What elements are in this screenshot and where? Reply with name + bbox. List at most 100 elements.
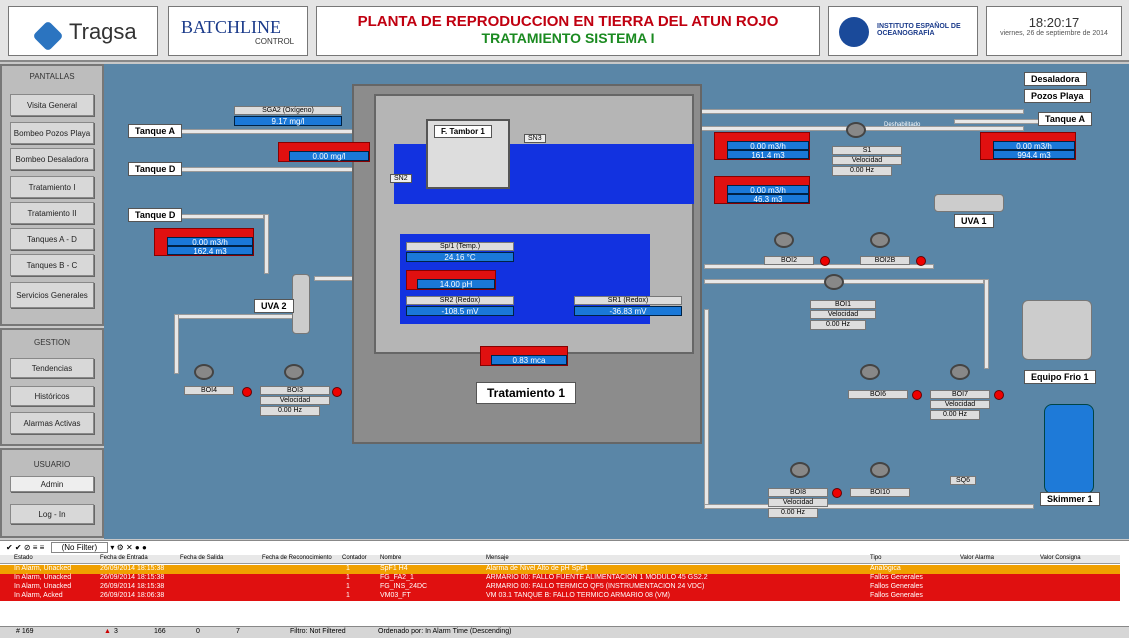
pump-boi7-icon[interactable] (950, 364, 970, 380)
sn3-label: SN3 (524, 134, 546, 143)
flow-a-alarm[interactable]: 0.00 m3/h 994.4 m3 (980, 132, 1076, 160)
pump-boi1-icon[interactable] (824, 274, 844, 290)
ph-alarm[interactable]: 14.00 pH (406, 270, 496, 290)
sm1-value: 0.00 mg/l (289, 151, 369, 161)
col-fecha-reconocimiento[interactable]: Fecha de Reconocimiento (262, 555, 332, 561)
col-fecha-salida[interactable]: Fecha de Salida (180, 555, 223, 561)
pump-boi3-icon[interactable] (284, 364, 304, 380)
sidebar-usuario: USUARIO Admin Log - In (0, 448, 104, 538)
boi3-alarm-icon[interactable] (332, 387, 342, 397)
sidebar-item-historicos[interactable]: Históricos (10, 386, 94, 406)
flow-d-alarm[interactable]: 0.00 m3/h 162.4 m3 (154, 228, 254, 256)
boi7-speed-label: Velocidad (930, 400, 990, 409)
page-title: PLANTA DE REPRODUCCION EN TIERRA DEL ATU… (357, 13, 779, 30)
flow-3-total: 46.3 m3 (727, 194, 809, 204)
boi8-alarm-icon[interactable] (832, 488, 842, 498)
alarm-row[interactable]: In Alarm, Unacked 26/09/2014 18:15:38 1 FG_… (0, 583, 1120, 592)
boi4-alarm-icon[interactable] (242, 387, 252, 397)
skimmer-label[interactable]: Skimmer 1 (1040, 492, 1100, 506)
toolbar-icons[interactable]: ▾ ⚙ ✕ ● ● (110, 543, 146, 552)
sidebar-item-tratamiento-1[interactable]: Tratamiento I (10, 176, 94, 198)
alarm-row[interactable]: In Alarm, Acked 26/09/2014 18:06:38 1 VM03_… (0, 592, 1120, 601)
boi4-label: BOI4 (184, 386, 234, 395)
tanque-a2-tag[interactable]: Tanque A (1038, 112, 1092, 126)
equipo-frio-label[interactable]: Equipo Frio 1 (1024, 370, 1096, 384)
sort-status: Ordenado por: In Alarm Time (Descending) (378, 628, 512, 635)
tanque-a-tag[interactable]: Tanque A (128, 124, 182, 138)
sr1-value: -36.83 mV (574, 306, 682, 316)
tanque-d2-tag[interactable]: Tanque D (128, 208, 183, 222)
sidebar-item-tratamiento-2[interactable]: Tratamiento II (10, 202, 94, 224)
user-field: Admin (10, 476, 94, 492)
sidebar-item-tendencias[interactable]: Tendencias (10, 358, 94, 378)
pump-boi2b-icon[interactable] (870, 232, 890, 248)
pump-boi4-icon[interactable] (194, 364, 214, 380)
col-valor-consigna[interactable]: Valor Consigna (1040, 555, 1081, 561)
sidebar-item-bombeo-desaladora[interactable]: Bombeo Desaladora (10, 148, 94, 170)
sr1-label: SR1 (Redox) (574, 296, 682, 305)
drum-filter: F. Tambor 1 (426, 119, 510, 189)
col-valor-alarma[interactable]: Valor Alarma (960, 555, 994, 561)
sidebar-item-servicios[interactable]: Servicios Generales (10, 282, 94, 308)
active-count: 3 (114, 628, 118, 635)
flow-d-total: 162.4 m3 (167, 246, 253, 256)
col-tipo[interactable]: Tipo (870, 555, 881, 561)
tanque-d-tag[interactable]: Tanque D (128, 162, 183, 176)
boi7-hz: 0.00 Hz (930, 410, 980, 420)
batchline-logo: BATCHLINE CONTROL (168, 6, 308, 56)
sidebar-item-tanques-bc[interactable]: Tanques B - C (10, 254, 94, 276)
col-mensaje[interactable]: Mensaje (486, 555, 509, 561)
clock-time: 18:20:17 (1028, 15, 1080, 30)
sn2-label: SN2 (390, 174, 412, 183)
sm1-alarm[interactable]: 0.00 mg/l (278, 142, 370, 162)
col-estado[interactable]: Estado (14, 555, 33, 561)
temp-value: 24.16 °C (406, 252, 514, 262)
s1-label: S1 (832, 146, 902, 155)
alarm-row[interactable]: In Alarm, Unacked 26/09/2014 18:15:38 1 FG_… (0, 574, 1120, 583)
flow-d-rate: 0.00 m3/h (167, 237, 253, 247)
pump-boi2-icon[interactable] (774, 232, 794, 248)
page-subtitle: TRATAMIENTO SISTEMA I (481, 30, 655, 46)
level-alarm[interactable]: 0.83 mca (480, 346, 568, 366)
sidebar-item-tanques-ad[interactable]: Tanques A - D (10, 228, 94, 250)
uva-1-label: UVA 1 (954, 214, 994, 228)
boi6-alarm-icon[interactable] (912, 390, 922, 400)
zero-count: 0 (196, 628, 200, 635)
pump-s1-icon[interactable] (846, 122, 866, 138)
temp-label: Sp/1 (Temp.) (406, 242, 514, 251)
filter-select[interactable]: (No Filter) (50, 542, 109, 553)
flow-3-alarm[interactable]: 0.00 m3/h 46.3 m3 (714, 176, 810, 204)
pump-boi8-icon[interactable] (790, 462, 810, 478)
col-fecha-entrada[interactable]: Fecha de Entrada (100, 555, 148, 561)
sq6-label: SQ6 (950, 476, 976, 485)
batchline-text: BATCHLINE (181, 17, 281, 37)
sidebar-item-vista-general[interactable]: Visita General (10, 94, 94, 116)
filter-icon[interactable]: ✔ ✔ ⊘ ≡ ≡ (6, 543, 44, 552)
col-nombre[interactable]: Nombre (380, 555, 401, 561)
pump-boi6-icon[interactable] (860, 364, 880, 380)
warn-count: 7 (236, 628, 240, 635)
login-button[interactable]: Log - In (10, 504, 94, 524)
sr2-label: SR2 (Redox) (406, 296, 514, 305)
ieo-logo: INSTITUTO ESPAÑOL DE OCEANOGRAFÍA (828, 6, 978, 56)
flow-2-alarm[interactable]: 0.00 m3/h 161.4 m3 (714, 132, 810, 160)
desaladora-tag[interactable]: Desaladora (1024, 72, 1087, 86)
boi7-alarm-icon[interactable] (994, 390, 1004, 400)
alarm-row[interactable]: In Alarm, Unacked 26/09/2014 18:15:38 1 SpF… (0, 565, 1120, 574)
pozos-tag[interactable]: Pozos Playa (1024, 89, 1091, 103)
sr2-value: -108.5 mV (406, 306, 514, 316)
boi2-alarm-icon[interactable] (820, 256, 830, 266)
boi8-hz: 0.00 Hz (768, 508, 818, 518)
acked-count: 166 (154, 628, 166, 635)
alarm-toolbar: ✔ ✔ ⊘ ≡ ≡ (No Filter) ▾ ⚙ ✕ ● ● (6, 542, 147, 553)
boi2b-alarm-icon[interactable] (916, 256, 926, 266)
col-contador[interactable]: Contador (342, 555, 367, 561)
boi6-label: BOI6 (848, 390, 908, 399)
usuario-title: USUARIO (33, 460, 71, 469)
pump-boi10-icon[interactable] (870, 462, 890, 478)
sidebar-item-bombeo-pozos[interactable]: Bombeo Pozos Playa (10, 122, 94, 144)
gestion-title: GESTION (33, 338, 70, 347)
sidebar-item-alarmas[interactable]: Alarmas Activas (10, 412, 94, 434)
alarm-header: Estado Fecha de Entrada Fecha de Salida … (0, 555, 1120, 564)
control-text: CONTROL (255, 37, 295, 46)
